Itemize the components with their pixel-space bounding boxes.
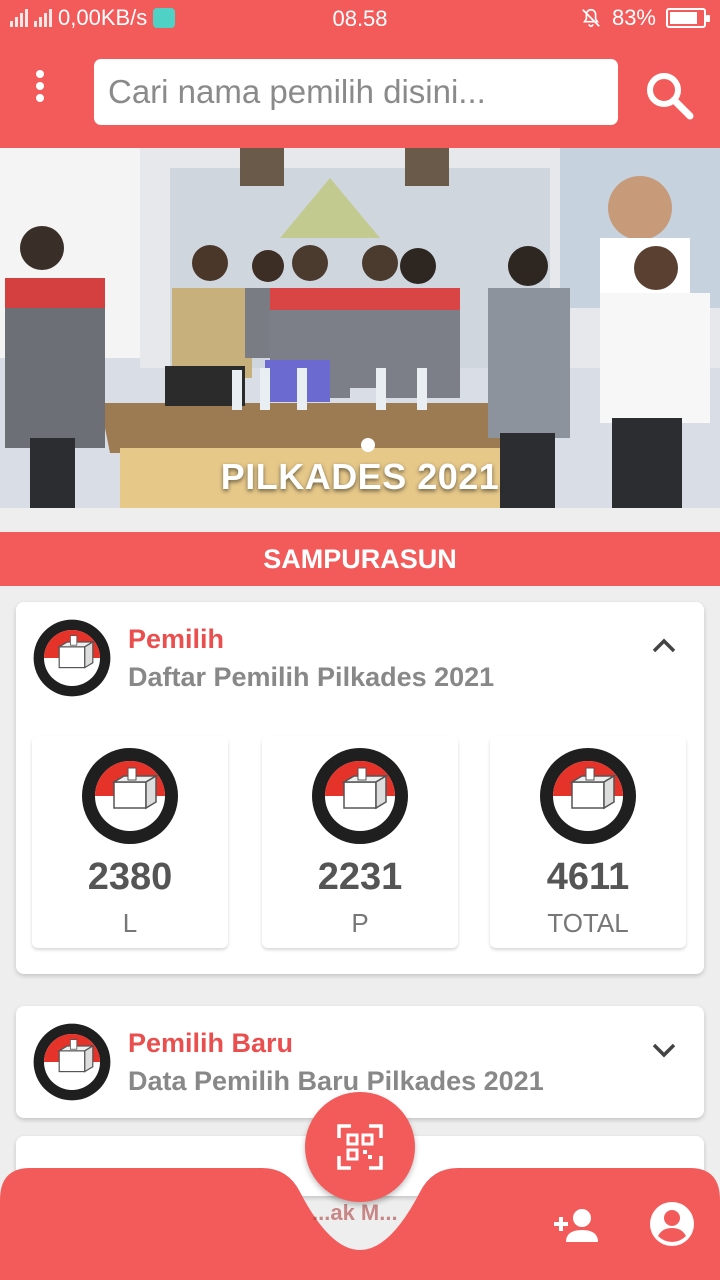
app-screen: 0,00KB/s 08.58 83% Cari nama pemilih dis… — [0, 0, 720, 1280]
app-bar — [0, 36, 720, 148]
carousel-indicator-dot[interactable] — [361, 438, 375, 452]
scan-qr-button[interactable] — [305, 1092, 415, 1202]
greeting-header: SAMPURASUN — [0, 532, 720, 586]
card-title: Pemilih Baru — [128, 1028, 294, 1058]
battery-level — [670, 12, 697, 24]
banner-carousel[interactable] — [0, 148, 720, 508]
stat-value: 2231 — [317, 856, 403, 898]
voter-card[interactable]: Pemilih Daftar Pemilih Pilkades 2021 238… — [16, 602, 704, 974]
stat-label: L — [122, 908, 138, 938]
banner-image — [0, 148, 720, 508]
card-title: Pemilih — [128, 624, 225, 654]
ppd-logo-icon — [310, 746, 410, 846]
stat-value: 2380 — [87, 856, 173, 898]
more-vert-icon[interactable] — [24, 66, 56, 106]
ppd-logo-icon — [32, 618, 112, 698]
banner-caption: PILKADES 2021 — [220, 456, 500, 497]
stat-female: 2231 P — [262, 736, 458, 948]
stat-male: 2380 L — [32, 736, 228, 948]
battery-percent: 83% — [611, 5, 656, 30]
battery-icon — [666, 8, 710, 28]
status-bar: 0,00KB/s 08.58 83% — [0, 0, 720, 36]
bell-off-icon — [582, 8, 600, 28]
search-icon[interactable] — [640, 66, 700, 126]
card-subtitle: Data Pemilih Baru Pilkades 2021 — [128, 1066, 544, 1096]
card-subtitle: Daftar Pemilih Pilkades 2021 — [128, 662, 495, 692]
chevron-up-icon[interactable] — [648, 630, 680, 662]
stat-total: 4611 TOTAL — [490, 736, 686, 948]
search-input[interactable] — [94, 59, 618, 125]
add-person-icon[interactable] — [552, 1200, 604, 1252]
qr-scan-icon — [337, 1124, 383, 1170]
ppd-logo-icon — [538, 746, 638, 846]
nav-partial-label: ...ak M... — [312, 1200, 398, 1225]
ppd-logo-icon — [80, 746, 180, 846]
stat-value: 4611 — [546, 856, 630, 898]
stat-label: TOTAL — [547, 908, 629, 938]
status-right: 83% — [580, 5, 710, 31]
chevron-down-icon[interactable] — [648, 1034, 680, 1066]
ppd-logo-icon — [32, 1022, 112, 1102]
account-circle-icon[interactable] — [646, 1198, 698, 1250]
stat-label: P — [351, 908, 369, 938]
